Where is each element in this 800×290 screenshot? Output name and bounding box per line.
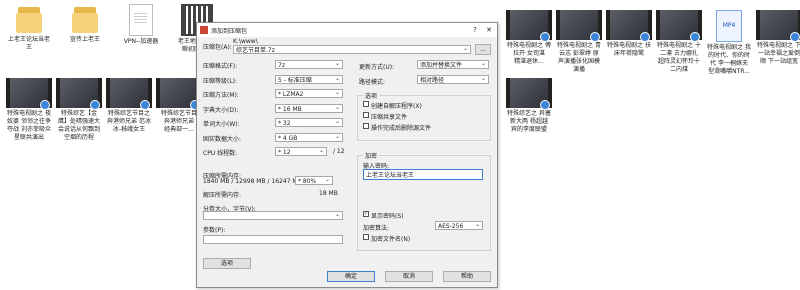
field-select[interactable]: 7z (275, 60, 343, 69)
option-label: 操作完成后删除源文件 (371, 125, 432, 132)
play-badge-icon (790, 32, 800, 42)
encrypt-names-label: 加密文件名(N) (371, 236, 411, 243)
password-input[interactable]: 上老王论坛当老王 (363, 169, 483, 180)
desktop-item-label: 特殊综艺之 异塞 新大两 杨超越 宾的李度联盟 (507, 110, 551, 133)
play-badge-icon (140, 100, 150, 110)
field-select[interactable]: * 12 (275, 147, 327, 156)
params-label: 参数(P): (203, 227, 226, 234)
close-icon[interactable]: ✕ (483, 25, 495, 35)
video-thumbnail-icon (56, 78, 102, 110)
encrypt-method-select[interactable]: AES-256 (435, 221, 483, 230)
help-icon[interactable]: ? (469, 25, 481, 35)
memory-decompress-value: 18 MB (319, 190, 338, 197)
field-select[interactable]: * 16 MB (275, 103, 343, 113)
desktop-item[interactable]: 上老王论坛当老 王 (0, 4, 58, 52)
desktop-item-label: 上老王论坛当老 王 (7, 36, 50, 51)
desktop-item[interactable]: VPN--加速器 (112, 4, 170, 46)
field-label: 压缩格式(F): (203, 63, 238, 70)
field-label: 字典大小(D): (203, 106, 239, 114)
archive-label: 压缩包(A): (203, 44, 232, 51)
field-select[interactable]: * 4 GB (275, 132, 343, 142)
help-button[interactable]: 帮助 (443, 271, 491, 282)
thread-count-suffix: / 12 (333, 148, 345, 155)
show-password-checkbox[interactable]: ✓ (363, 211, 369, 217)
video-thumbnail-icon (556, 10, 602, 42)
field-label: 固实数据大小: (203, 135, 242, 143)
memory-decompress-label: 解压所需内存: (203, 192, 242, 199)
params-input[interactable] (203, 235, 343, 244)
video-thumbnail-icon (506, 78, 552, 110)
field-label: 单词大小(W): (203, 121, 240, 128)
video-thumbnail-icon (106, 78, 152, 110)
options-button[interactable]: 选项 (203, 258, 251, 269)
encryption-group-title: 加密 (363, 151, 380, 160)
memory-compress-value: 1840 MB / 12998 MB / 16247 MB (203, 178, 302, 185)
option-label: 压缩共享文件 (371, 114, 408, 121)
option-checkbox[interactable] (363, 123, 369, 129)
encrypt-names-checkbox[interactable] (363, 234, 369, 240)
video-thumbnail-icon (506, 10, 552, 42)
play-badge-icon (540, 100, 550, 110)
video-thumbnail-icon (606, 10, 652, 42)
dialog-title: 添加到压缩包 (211, 28, 248, 35)
video-thumbnail-icon (756, 10, 800, 42)
play-badge-icon (540, 32, 550, 42)
cancel-button[interactable]: 取消 (385, 271, 433, 282)
option-label: 创建自解压程序(X) (371, 103, 422, 110)
video-thumbnail-icon (656, 10, 702, 42)
option-checkbox[interactable] (363, 101, 369, 107)
mp4-file-icon: MP4 (716, 10, 742, 42)
desktop-item[interactable]: 特殊电视剧之 下 一站幸福之爱倒 顺 下一站组宽 (750, 10, 800, 66)
field-select[interactable]: 5 - 标准压缩 (275, 74, 343, 84)
archive-name-combo[interactable]: 综艺节目单.7z (233, 45, 471, 54)
desktop-item-label: 宣传上老王 (69, 36, 100, 43)
dialog-titlebar[interactable]: 添加到压缩包 ? ✕ (197, 23, 497, 37)
path-mode-select[interactable]: 相对路径 (417, 75, 489, 84)
options-group-title: 选项 (363, 91, 380, 100)
browse-button[interactable]: ... (475, 44, 491, 55)
field-label: CPU 线程数: (203, 150, 238, 157)
app-icon (200, 26, 208, 34)
folder-icon (16, 4, 42, 34)
path-mode-label: 路径模式: (359, 79, 386, 86)
update-mode-select[interactable]: 添加并替换文件 (417, 60, 489, 69)
play-badge-icon (40, 100, 50, 110)
document-icon (129, 4, 153, 36)
memory-percent-select[interactable]: * 80% (295, 176, 333, 185)
option-checkbox[interactable] (363, 112, 369, 118)
add-to-archive-dialog: 添加到压缩包 ? ✕ 压缩包(A): K:\www\ 综艺节目单.7z ... … (196, 22, 498, 288)
desktop-item-label: VPN--加速器 (123, 38, 159, 45)
ok-button[interactable]: 确定 (327, 271, 375, 282)
update-mode-label: 更新方式(U): (359, 64, 395, 71)
play-badge-icon (590, 32, 600, 42)
desktop-item-label: 特殊电视剧之 下 一站幸福之爱倒 顺 下一站组宽 (757, 42, 800, 65)
folder-icon (72, 4, 98, 34)
show-password-label: 显示密码(S) (371, 213, 404, 220)
archive-path: K:\www\ (233, 38, 258, 45)
desktop-item[interactable]: 宣传上老王 (56, 4, 114, 44)
field-select[interactable]: * LZMA2 (275, 89, 343, 98)
play-badge-icon (640, 32, 650, 42)
field-select[interactable]: * 32 (275, 118, 343, 127)
desktop-item[interactable]: 特殊综艺之 异塞 新大两 杨超越 宾的李度联盟 (500, 78, 558, 134)
video-thumbnail-icon (6, 78, 52, 110)
play-badge-icon (690, 32, 700, 42)
play-badge-icon (90, 100, 100, 110)
field-label: 压缩等级(L): (203, 77, 238, 85)
field-label: 压缩方法(M): (203, 92, 239, 99)
encrypt-method-label: 加密算法: (363, 225, 390, 232)
split-volume-combo[interactable] (203, 211, 343, 220)
